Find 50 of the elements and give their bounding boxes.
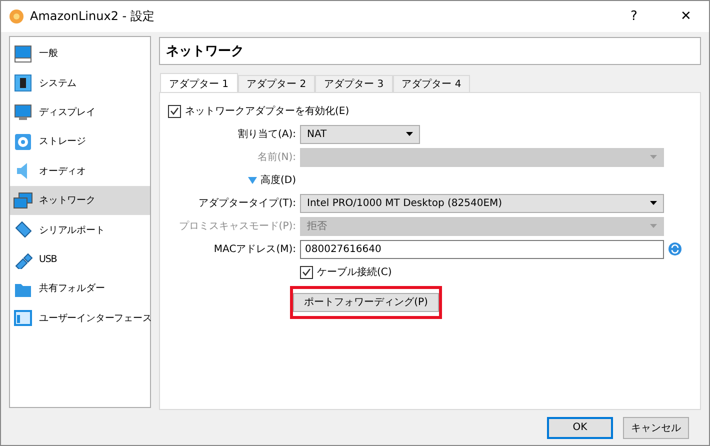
field-label: アダプタータイプ(T): xyxy=(198,196,296,210)
triangle-down-icon[interactable] xyxy=(248,176,258,184)
field-label: プロミスキャスモード(P): xyxy=(178,220,296,233)
checkmark-icon xyxy=(170,107,179,115)
field-label: 割り当て(A): xyxy=(236,128,296,141)
section-title: ネットワーク xyxy=(159,37,701,65)
sidebar-item[interactable]: システム xyxy=(10,68,150,98)
tab[interactable]: アダプター 2 xyxy=(238,75,316,93)
checkbox[interactable] xyxy=(300,266,313,278)
app-icon xyxy=(9,9,24,24)
caret-icon xyxy=(650,224,657,228)
field-label: MACアドレス(M): xyxy=(212,243,296,256)
checkmark-icon xyxy=(302,268,311,276)
category-icon xyxy=(13,102,33,122)
category-icon xyxy=(13,308,33,328)
sidebar-item[interactable]: オーディオ xyxy=(10,156,150,186)
sidebar-item[interactable]: ストレージ xyxy=(10,127,150,157)
category-icon xyxy=(13,44,33,64)
sidebar-item[interactable]: シリアルポート xyxy=(10,215,150,245)
category-icon xyxy=(13,132,33,152)
dropdown[interactable]: NAT xyxy=(300,124,420,144)
category-icon xyxy=(13,220,33,240)
help-button[interactable]: ? xyxy=(611,1,657,32)
close-button[interactable]: ✕ xyxy=(663,1,709,32)
sidebar-item[interactable]: ディスプレイ xyxy=(10,98,150,128)
tab[interactable]: アダプター 3 xyxy=(315,75,393,93)
checkbox-label: ネットワークアダプターを有効化(E) xyxy=(185,104,350,118)
checkbox-label: ケーブル接続(C) xyxy=(317,266,392,279)
checkbox[interactable] xyxy=(168,104,181,118)
category-icon xyxy=(13,73,33,94)
sidebar-item[interactable]: 共有フォルダー xyxy=(10,274,150,304)
refresh-icon[interactable] xyxy=(668,242,682,256)
mac-address-field[interactable]: 080027616640 xyxy=(300,240,664,258)
cancel-button[interactable]: キャンセル xyxy=(623,416,689,438)
window-title: AmazonLinux2 - 設定 xyxy=(30,8,156,25)
dropdown[interactable]: Intel PRO/1000 MT Desktop (82540EM) xyxy=(300,194,664,212)
caret-icon xyxy=(406,132,413,136)
sidebar-item[interactable]: ユーザーインターフェース xyxy=(10,304,150,333)
field-label: 名前(N): xyxy=(256,151,296,164)
category-icon xyxy=(13,190,33,211)
tab[interactable]: アダプター 1 xyxy=(160,73,238,93)
advanced-toggle[interactable]: 高度(D) xyxy=(260,173,296,187)
tab[interactable]: アダプター 4 xyxy=(392,75,470,93)
sidebar-item[interactable]: ネットワーク xyxy=(10,186,150,216)
sidebar-item[interactable]: 一般 xyxy=(10,39,150,68)
sidebar-item[interactable]: USB xyxy=(10,244,150,274)
caret-icon xyxy=(650,201,657,205)
caret-icon xyxy=(650,155,657,159)
ok-button[interactable]: OK xyxy=(547,416,613,438)
port-forwarding-button[interactable]: ポートフォワーディング(P) xyxy=(293,292,439,312)
